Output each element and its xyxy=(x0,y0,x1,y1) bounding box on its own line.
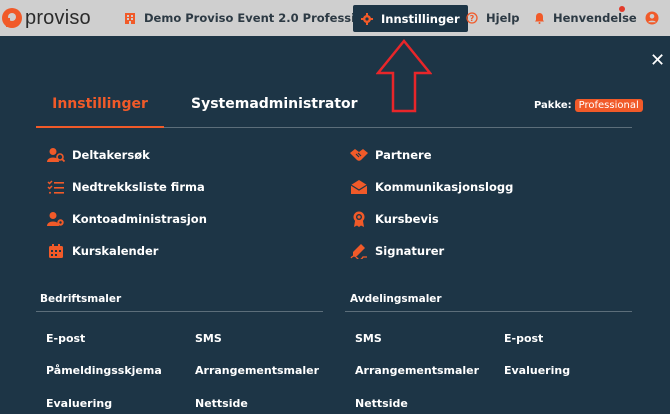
section-title-bedriftsmaler: Bedriftsmaler xyxy=(40,293,122,305)
template-link-evaluering[interactable]: Evaluering xyxy=(46,397,112,410)
signature-icon xyxy=(348,243,370,259)
link-label: Nedtrekksliste firma xyxy=(72,180,205,194)
link-label: Kurskalender xyxy=(72,244,159,258)
template-link-arrangementsmaler[interactable]: Arrangementsmaler xyxy=(195,364,319,377)
svg-text:?: ? xyxy=(470,14,475,23)
award-icon xyxy=(348,211,370,228)
close-icon[interactable]: ✕ xyxy=(650,52,665,70)
link-kurskalender[interactable]: Kurskalender xyxy=(45,242,158,260)
user-gear-icon xyxy=(45,211,67,227)
template-link-arrangementsmaler[interactable]: Arrangementsmaler xyxy=(355,364,479,377)
proviso-logo[interactable]: proviso xyxy=(0,6,91,30)
template-link-sms[interactable]: SMS xyxy=(355,332,382,345)
link-kursbevis[interactable]: Kursbevis xyxy=(348,210,439,228)
brand-name: proviso xyxy=(25,6,91,29)
tab-systemadministrator[interactable]: Systemadministrator xyxy=(191,96,358,128)
top-bar: proviso Demo Proviso Event 2.0 Professio… xyxy=(0,0,670,36)
building-icon xyxy=(124,12,136,24)
link-label: Signaturer xyxy=(375,244,445,258)
link-label: Kommunikasjonslogg xyxy=(375,180,514,194)
link-label: Deltakersøk xyxy=(72,148,150,162)
link-signaturer[interactable]: Signaturer xyxy=(348,242,444,260)
template-link-sms[interactable]: SMS xyxy=(195,332,222,345)
user-menu-button[interactable] xyxy=(645,0,659,36)
help-label: Hjelp xyxy=(486,11,520,25)
package-label: Pakke: xyxy=(534,100,572,111)
user-circle-icon xyxy=(645,11,659,25)
user-search-icon xyxy=(45,147,67,163)
package-indicator: Pakke: Professional xyxy=(534,99,643,112)
envelope-open-icon xyxy=(348,179,370,195)
calendar-icon xyxy=(45,243,67,259)
tab-innstillinger[interactable]: Innstillinger xyxy=(36,96,164,128)
link-label: Partnere xyxy=(375,148,432,162)
link-kontoadministrasjon[interactable]: Kontoadministrasjon xyxy=(45,210,207,228)
section-title-avdelingsmaler: Avdelingsmaler xyxy=(350,293,442,305)
help-circle-icon: ? xyxy=(466,12,478,24)
link-label: Kontoadministrasjon xyxy=(72,212,207,226)
template-link-nettside[interactable]: Nettside xyxy=(355,397,408,410)
link-deltakersok[interactable]: Deltakersøk xyxy=(45,146,150,164)
notification-dot xyxy=(619,6,625,12)
section-divider xyxy=(345,311,632,312)
bell-icon xyxy=(534,12,545,24)
event-selector[interactable]: Demo Proviso Event 2.0 Professional xyxy=(124,0,383,36)
settings-button[interactable]: Innstillinger xyxy=(353,5,468,32)
link-nedtrekksliste-firma[interactable]: Nedtrekksliste firma xyxy=(45,178,205,196)
template-link-nettside[interactable]: Nettside xyxy=(195,397,248,410)
package-badge: Professional xyxy=(574,99,643,112)
template-link-pameldingsskjema[interactable]: Påmeldingsskjema xyxy=(46,364,162,377)
gear-icon xyxy=(361,12,373,25)
event-title: Demo Proviso Event 2.0 Professional xyxy=(144,11,383,25)
help-button[interactable]: ? Hjelp xyxy=(466,0,520,36)
henvendelse-label: Henvendelse xyxy=(553,11,637,25)
handshake-icon xyxy=(348,148,370,162)
link-label: Kursbevis xyxy=(375,212,439,226)
template-link-evaluering[interactable]: Evaluering xyxy=(504,364,570,377)
section-divider xyxy=(36,311,323,312)
template-link-epost[interactable]: E-post xyxy=(46,332,85,345)
link-partnere[interactable]: Partnere xyxy=(348,146,432,164)
checklist-icon xyxy=(45,180,67,194)
proviso-logo-icon xyxy=(2,8,22,28)
settings-label: Innstillinger xyxy=(381,11,460,26)
template-link-epost[interactable]: E-post xyxy=(504,332,543,345)
link-kommunikasjonslogg[interactable]: Kommunikasjonslogg xyxy=(348,178,513,196)
